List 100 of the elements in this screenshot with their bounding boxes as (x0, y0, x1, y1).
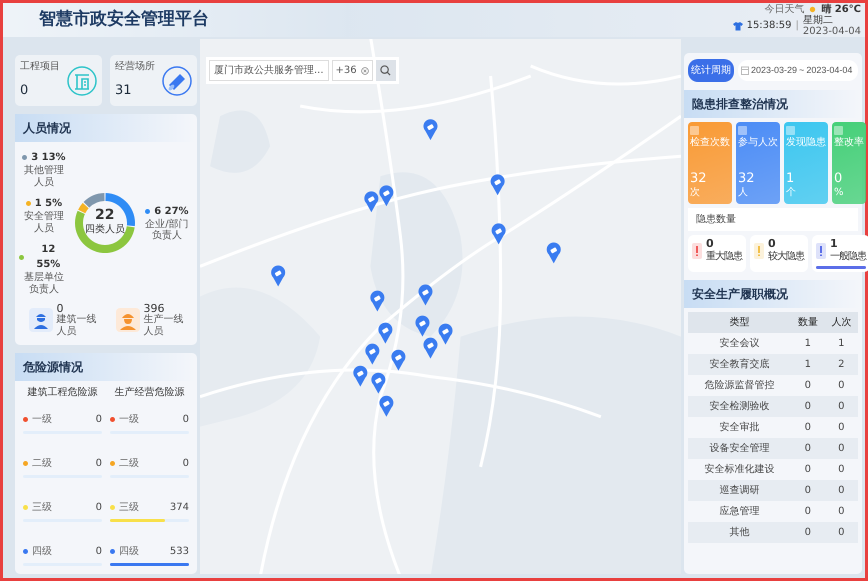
map-pin-icon[interactable] (353, 366, 368, 387)
tile-label: 检查次数 (690, 136, 730, 150)
level-label: 二级 (32, 457, 53, 471)
slice-value: 6 27% (154, 204, 189, 218)
table-cell: 2 (824, 354, 858, 375)
search-tag[interactable]: 厦门市政公共服务管理... (209, 60, 329, 81)
table-cell: 安全标准化建设 (688, 459, 792, 480)
level-label: 四级 (32, 545, 53, 559)
table-cell: 0 (791, 459, 825, 480)
map-pin-icon[interactable] (379, 396, 394, 417)
shirt-icon (732, 20, 743, 30)
tile-label: 发现隐患 (786, 136, 826, 150)
period-label: 统计周期 (688, 59, 734, 82)
table-cell: 0 (791, 396, 825, 417)
tile-icon (690, 126, 699, 135)
date-text: 2023-04-04 (802, 26, 861, 36)
map-pin-icon[interactable] (415, 316, 430, 337)
map-pin-icon[interactable] (371, 372, 386, 394)
slice-label: 企业/部门负责人 (144, 218, 190, 242)
total-label: 四类人员 (84, 222, 125, 237)
weather-label: 今日天气 (764, 4, 804, 14)
map-pin-icon[interactable] (365, 344, 380, 365)
table-cell: 1 (824, 333, 858, 354)
count-label: 较大隐患 (768, 250, 804, 264)
table-cell: 0 (824, 480, 858, 501)
clock-time: 15:38:59 (746, 20, 792, 31)
table-cell: 1 (791, 354, 825, 375)
card-value: 31 (115, 82, 133, 100)
level-value: 0 (182, 457, 189, 471)
table-cell: 危险源监督管控 (688, 375, 792, 396)
count-value: 0 (706, 238, 715, 249)
table-cell: 0 (824, 438, 858, 459)
tile-value: 32 (690, 172, 708, 185)
tile-value: 0 (834, 172, 844, 185)
table-cell: 0 (791, 375, 825, 396)
column-header: 人次 (824, 312, 858, 333)
slice-value: 3 13% (31, 151, 66, 164)
map-pin-icon[interactable] (546, 242, 561, 264)
table-cell: 0 (824, 522, 858, 543)
table-cell: 应急管理 (688, 501, 792, 522)
tile-label: 参与人次 (738, 136, 778, 150)
level-label: 一级 (119, 413, 140, 427)
slice-label: 安全管理人员 (22, 211, 65, 234)
count-label: 一般隐患 (830, 250, 866, 264)
level-label: 三级 (32, 501, 53, 515)
worker-icon (28, 308, 52, 332)
slice-value: 1 5% (34, 197, 62, 211)
search-button[interactable] (376, 60, 396, 81)
map-pin-icon[interactable] (438, 324, 453, 345)
column-title: 建筑工程危险源 (26, 386, 98, 400)
map-pin-icon[interactable] (379, 185, 394, 206)
level-value: 0 (96, 501, 102, 515)
worker-icon (116, 308, 140, 332)
table-cell: 0 (791, 417, 825, 438)
worker-count: 0 (56, 303, 64, 314)
table-cell: 0 (791, 438, 825, 459)
table-cell: 安全教育交底 (688, 354, 792, 375)
map-pin-icon[interactable] (364, 191, 378, 212)
count-label: 重大隐患 (706, 250, 742, 264)
search-icon (380, 65, 392, 76)
map-pin-icon[interactable] (271, 266, 286, 286)
close-icon[interactable] (360, 66, 369, 74)
table-cell: 安全审批 (688, 417, 792, 438)
map-pin-icon[interactable] (378, 322, 392, 344)
level-value: 533 (170, 545, 189, 559)
map-pin-icon[interactable] (370, 290, 384, 312)
card-label: 工程项目 (20, 61, 60, 72)
map-pin-icon[interactable] (492, 223, 506, 244)
table-cell: 安全会议 (688, 333, 792, 354)
worker-label: 生产一线人员 (144, 314, 184, 337)
tile-icon (786, 126, 795, 135)
level-label: 一级 (32, 413, 53, 427)
map-pin-icon[interactable] (490, 174, 505, 196)
count-title: 隐患数量 (688, 208, 858, 231)
worker-count: 396 (144, 303, 166, 314)
sun-icon (808, 4, 818, 14)
count-value: 1 (830, 238, 838, 249)
card-value: 0 (20, 82, 30, 100)
total-count: 22 (95, 208, 115, 222)
table-cell: 0 (824, 501, 858, 522)
page-title: 智慧市政安全管理平台 (39, 8, 209, 32)
map-pin-icon[interactable] (418, 284, 432, 306)
tile-unit: % (834, 186, 845, 200)
card-label: 经营场所 (115, 61, 155, 72)
table-cell: 设备安全管理 (688, 438, 792, 459)
slice-label: 基层单位负责人 (22, 272, 65, 295)
date-range-field[interactable]: 2023-03-29 ~ 2023-04-04 (738, 60, 858, 82)
more-tags-chip[interactable]: +36 (332, 60, 373, 81)
tile-label: 整改率 (834, 136, 864, 150)
level-value: 374 (170, 501, 189, 515)
map-pin-icon[interactable] (423, 338, 438, 359)
level-value: 0 (96, 457, 102, 471)
tile-value: 1 (786, 172, 796, 185)
table-cell: 0 (824, 396, 858, 417)
level-value: 0 (96, 545, 102, 559)
map-pin-icon[interactable] (391, 350, 406, 371)
tile-unit: 个 (786, 186, 797, 200)
map-pin-icon[interactable] (423, 119, 438, 140)
level-label: 二级 (119, 457, 140, 471)
tile-unit: 次 (690, 186, 701, 200)
